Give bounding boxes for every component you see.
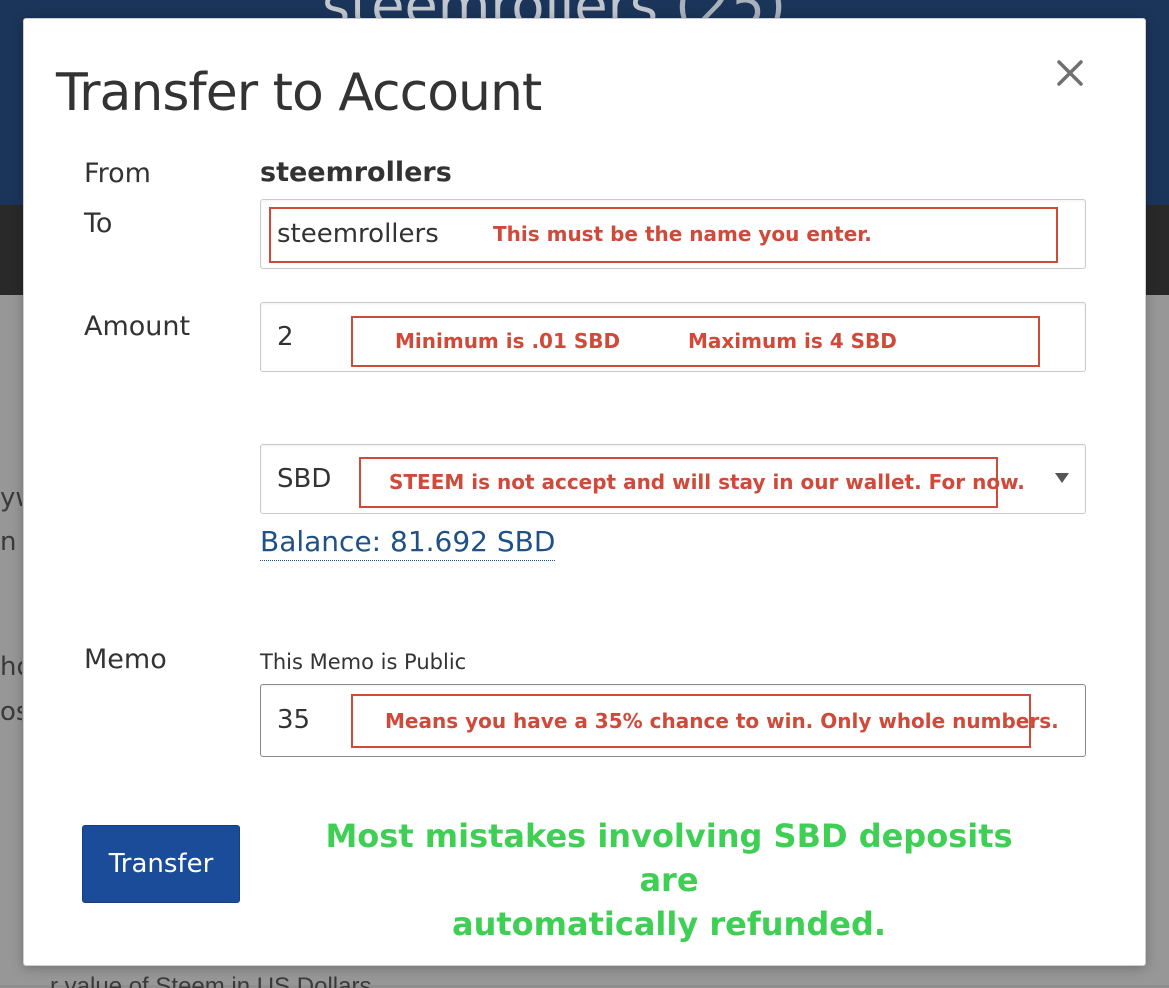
to-annotation-text: This must be the name you enter. [493,222,872,246]
chevron-down-icon [1055,473,1069,483]
transfer-button[interactable]: Transfer [82,825,240,903]
background-text-fragment: ho [0,652,22,682]
refund-info: Most mistakes involving SBD deposits are… [294,814,1044,946]
modal-title: Transfer to Account [56,63,542,123]
amount-annotation-max: Maximum is 4 SBD [688,329,897,353]
refund-info-line1: Most mistakes involving SBD deposits are [325,817,1013,899]
amount-label: Amount [84,311,191,342]
memo-annotation: Means you have a 35% chance to win. Only… [351,694,1059,748]
memo-input[interactable]: 35 Means you have a 35% chance to win. O… [260,684,1086,757]
background-text-fragment: yw [0,483,22,513]
balance-link[interactable]: Balance: 81.692 SBD [260,524,556,561]
from-value: steemrollers [260,157,452,188]
close-icon[interactable] [1050,53,1090,93]
amount-annotation: Minimum is .01 SBD Maximum is 4 SBD [351,316,1040,367]
memo-public-hint: This Memo is Public [260,650,467,674]
asset-annotation: STEEM is not accept and will stay in our… [359,457,1025,508]
asset-select[interactable]: SBD STEEM is not accept and will stay in… [260,444,1086,514]
amount-input[interactable]: 2 Minimum is .01 SBD Maximum is 4 SBD [260,302,1086,372]
asset-select-value: SBD [277,464,332,494]
refund-info-line2: automatically refunded. [452,905,886,943]
to-input[interactable]: steemrollers This must be the name you e… [260,199,1086,269]
to-label: To [84,208,113,239]
background-text-fragment: n p [0,527,22,557]
amount-annotation-min: Minimum is .01 SBD [395,329,621,353]
asset-annotation-text: STEEM is not accept and will stay in our… [389,470,1025,494]
from-label: From [84,158,151,189]
to-annotation: This must be the name you enter. [269,207,1058,263]
memo-input-value: 35 [277,705,311,735]
memo-label: Memo [84,644,167,675]
amount-input-value: 2 [277,322,294,352]
memo-annotation-text: Means you have a 35% chance to win. Only… [385,709,1059,733]
transfer-modal: Transfer to Account From steemrollers To… [23,18,1146,966]
background-text-fragment: os [0,697,22,727]
background-footer-text: ...r value of Steem in US Dollars [30,973,372,988]
